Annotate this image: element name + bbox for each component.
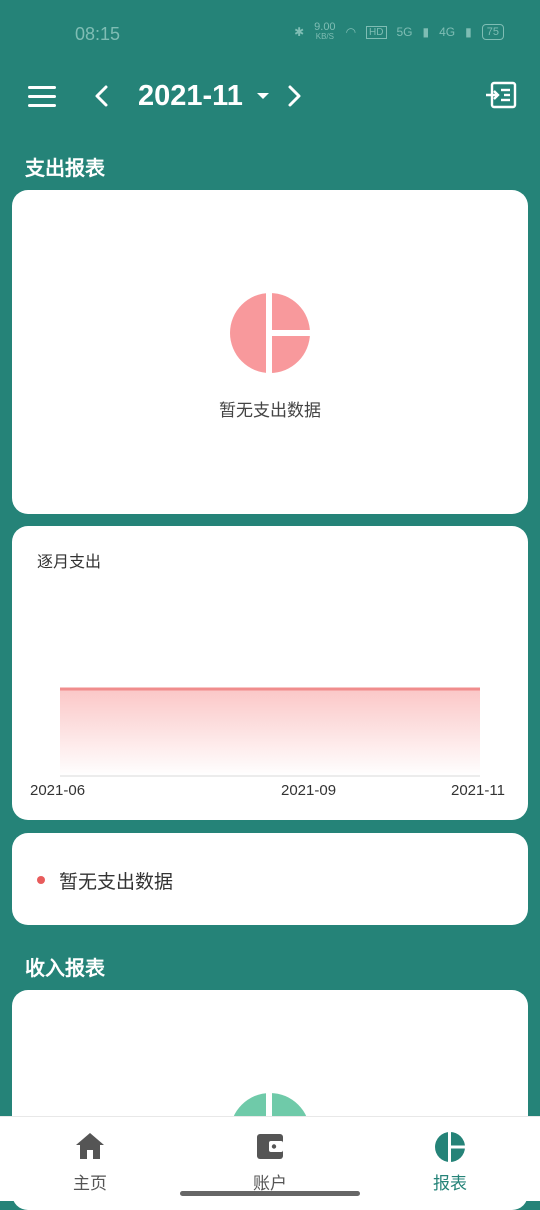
monthly-expense-card: 逐月支出 2021-06 2021-09 2021-11	[12, 526, 528, 820]
signal-icon: ▮	[465, 25, 472, 39]
hd-badge: HD	[366, 25, 387, 39]
wifi-icon: ◠	[345, 25, 357, 39]
expense-empty-text: 暂无支出数据	[219, 401, 321, 421]
signal-5g: 5G	[396, 25, 413, 39]
income-section-title: 收入报表	[25, 956, 105, 980]
signal-icon: ▮	[422, 25, 430, 39]
expense-area	[60, 689, 480, 776]
x-tick-label: 2021-09	[281, 782, 337, 799]
nav-item-home[interactable]: 主页	[0, 1117, 180, 1201]
x-tick-label: 2021-11	[451, 782, 505, 799]
nav-item-report[interactable]: 报表	[360, 1117, 540, 1201]
status-time: 08:15	[75, 24, 121, 44]
bluetooth-icon: ✱	[294, 25, 305, 39]
export-icon[interactable]	[484, 80, 518, 110]
x-tick-label: 2021-06	[30, 782, 86, 799]
report-pie-icon	[435, 1131, 466, 1163]
status-bar: 08:15 ✱ 9.00 KB/S ◠ HD 5G ▮ 4G ▮ 75	[0, 0, 540, 66]
wallet-icon	[257, 1134, 283, 1159]
toolbar: 2021-11	[0, 66, 540, 130]
pie-chart-icon	[230, 293, 310, 373]
chevron-down-icon[interactable]	[257, 93, 269, 99]
status-icons: ✱ 9.00 KB/S ◠ HD 5G ▮ 4G ▮ 75	[294, 22, 504, 42]
nav-label-home: 主页	[73, 1174, 107, 1194]
home-icon	[76, 1133, 104, 1159]
battery-icon: 75	[481, 24, 504, 40]
bottom-nav: 主页 账户 报表	[0, 1116, 540, 1201]
monthly-expense-chart	[60, 687, 480, 777]
home-indicator	[180, 1191, 360, 1196]
signal-4g: 4G	[439, 25, 456, 39]
nav-label-report: 报表	[433, 1174, 467, 1194]
expense-pie-card: 暂无支出数据	[12, 190, 528, 514]
expense-legend-card: 暂无支出数据	[12, 833, 528, 925]
expense-section-title: 支出报表	[25, 156, 105, 180]
month-selector[interactable]: 2021-11	[138, 80, 243, 113]
legend-empty-text: 暂无支出数据	[59, 871, 174, 893]
nav-item-account[interactable]: 账户	[180, 1117, 360, 1201]
hamburger-menu-icon[interactable]	[28, 86, 56, 108]
legend-dot	[37, 876, 45, 884]
network-speed: 9.00 KB/S	[314, 21, 336, 42]
chevron-right-icon[interactable]	[282, 82, 306, 110]
chevron-left-icon[interactable]	[90, 82, 114, 110]
